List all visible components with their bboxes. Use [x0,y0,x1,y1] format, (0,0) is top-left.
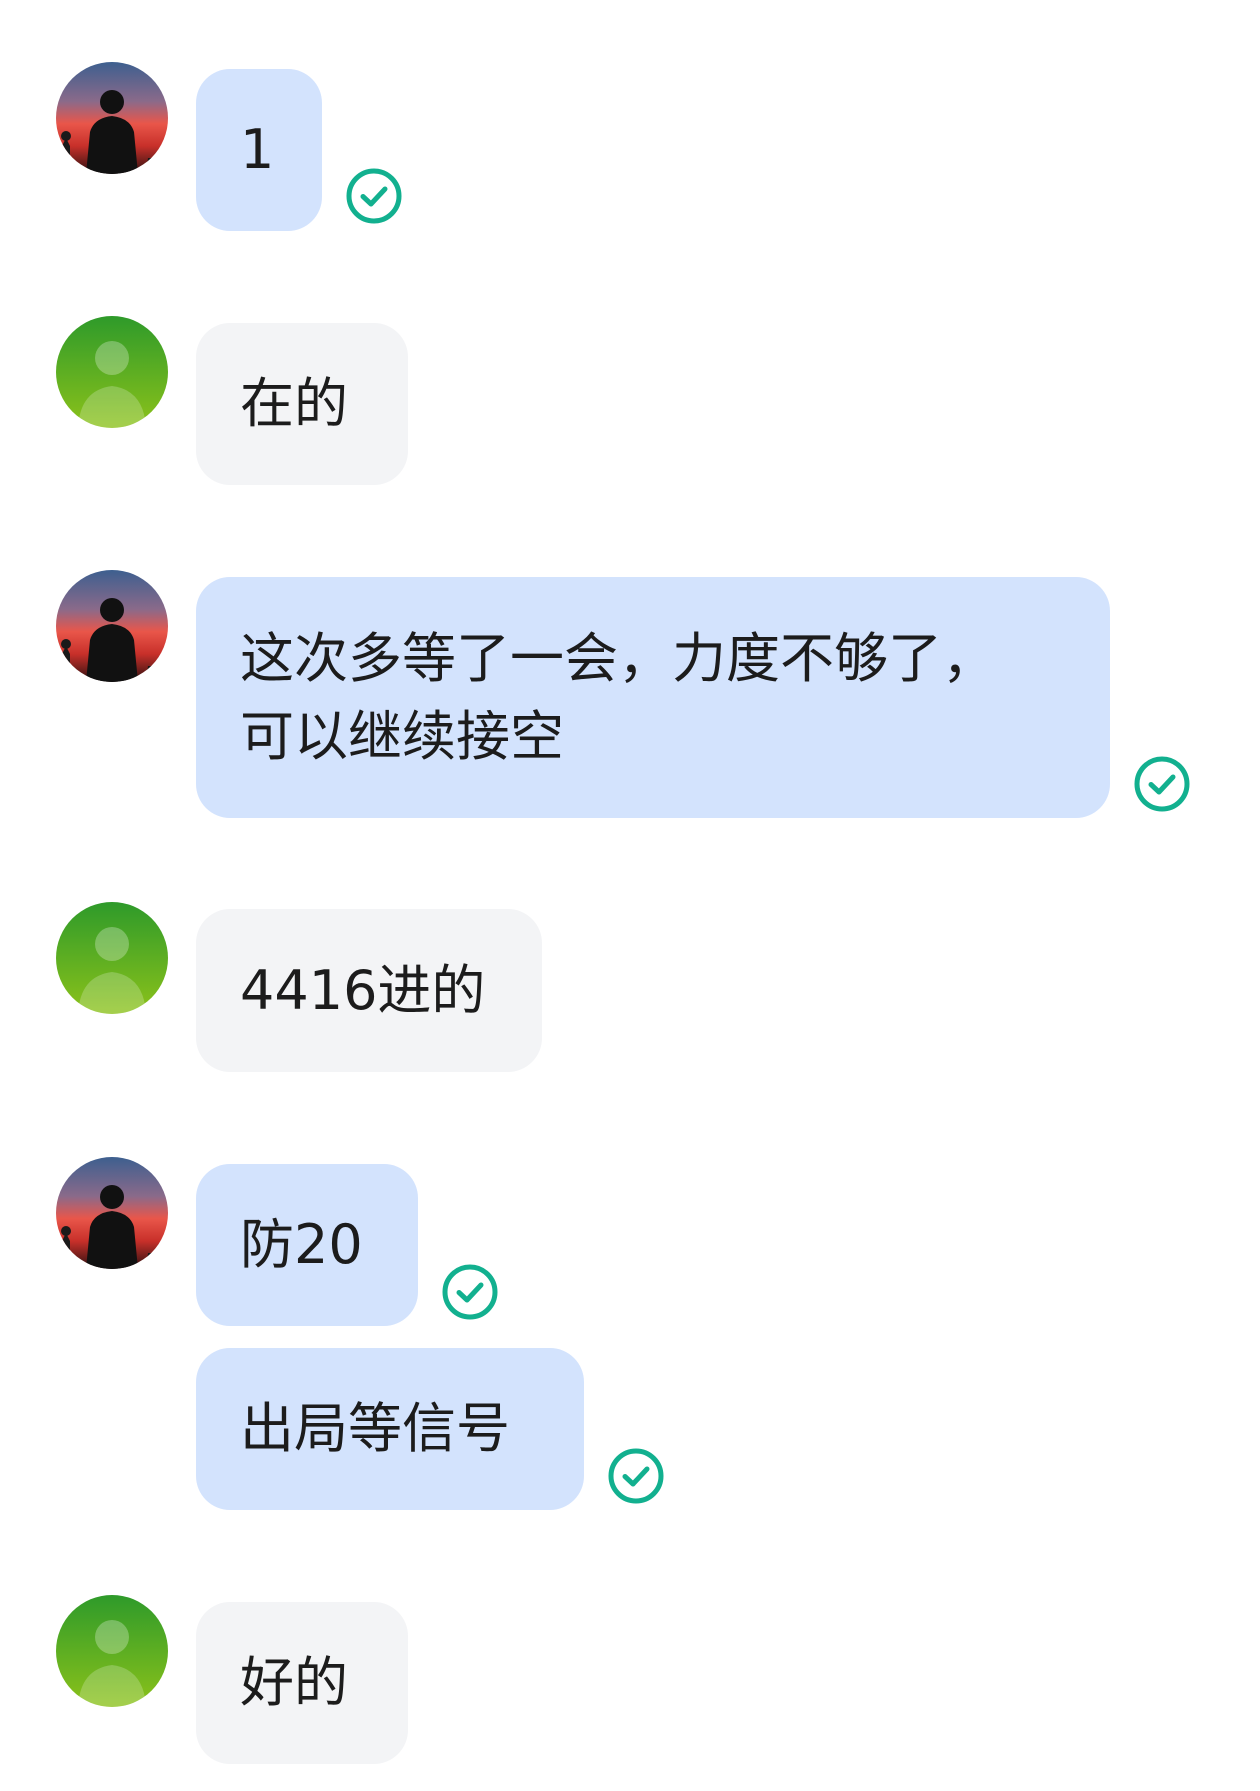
green-default-avatar-icon [56,902,168,1014]
message-bubble-sent[interactable]: 出局等信号 [196,1348,584,1510]
sunset-silhouette-avatar-icon [56,570,168,682]
message-text: 好的 [240,1651,348,1714]
message-bubble-sent[interactable]: 1 [196,69,322,231]
green-default-avatar-icon [56,1595,168,1707]
sender-avatar[interactable] [56,570,168,682]
message-text: 1 [240,118,275,181]
green-default-avatar-icon [56,316,168,428]
sunset-silhouette-avatar-icon [56,62,168,174]
contact-avatar[interactable] [56,1595,168,1707]
message-bubble-sent[interactable]: 这次多等了一会，力度不够了， 可以继续接空 [196,577,1110,818]
delivered-check-icon [1132,754,1192,814]
delivered-check-icon [344,166,404,226]
sunset-silhouette-avatar-icon [56,1157,168,1269]
sender-avatar[interactable] [56,1157,168,1269]
sender-avatar[interactable] [56,62,168,174]
contact-avatar[interactable] [56,316,168,428]
delivered-check-icon [606,1446,666,1506]
message-text: 出局等信号 [240,1397,510,1460]
message-text: 4416进的 [240,958,486,1022]
message-bubble-received[interactable]: 在的 [196,323,408,485]
message-bubble-received[interactable]: 好的 [196,1602,408,1764]
message-text: 在的 [240,372,348,435]
delivered-check-icon [440,1262,500,1322]
message-text-line-1: 这次多等了一会，力度不够了， [240,626,996,690]
message-bubble-received[interactable]: 4416进的 [196,909,542,1072]
message-bubble-sent[interactable]: 防20 [196,1164,418,1326]
message-text-line-2: 可以继续接空 [240,704,564,768]
contact-avatar[interactable] [56,902,168,1014]
message-text: 防20 [240,1213,363,1276]
